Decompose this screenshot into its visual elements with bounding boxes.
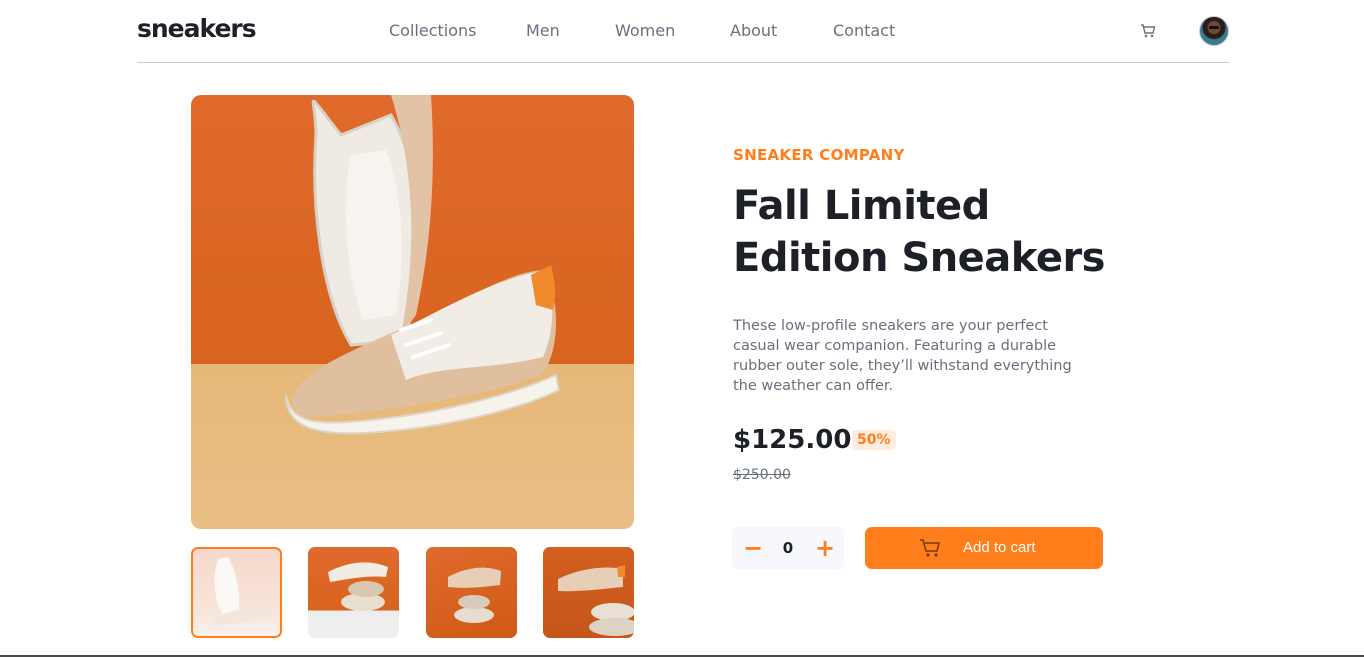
nav-contact[interactable]: Contact	[833, 21, 895, 40]
avatar[interactable]	[1199, 16, 1229, 46]
thumbnail-1[interactable]	[191, 547, 282, 638]
thumbnail-2[interactable]	[308, 547, 399, 638]
quantity-stepper: − 0 +	[732, 527, 844, 569]
thumbnail-sneaker-1	[213, 557, 271, 625]
thumbnail-sneaker-3	[448, 567, 501, 623]
discount-badge: 50%	[852, 430, 896, 450]
thumbnail-4[interactable]	[543, 547, 634, 638]
logo[interactable]: sneakers	[137, 14, 257, 43]
add-to-cart-button[interactable]: Add to cart	[865, 527, 1103, 569]
thumbnail-3[interactable]	[426, 547, 517, 638]
nav-collections[interactable]: Collections	[389, 21, 476, 40]
product-main-image[interactable]	[191, 95, 634, 529]
thumbnail-sneaker-2	[328, 562, 388, 611]
cart-icon[interactable]	[1140, 23, 1156, 39]
current-price: $125.00	[733, 425, 852, 455]
add-to-cart-label: Add to cart	[963, 539, 1036, 556]
nav-about[interactable]: About	[730, 21, 777, 40]
nav-women[interactable]: Women	[615, 21, 675, 40]
increase-quantity-button[interactable]: +	[806, 527, 844, 569]
site-header: sneakers Collections Men Women About Con…	[137, 0, 1229, 63]
nav-men[interactable]: Men	[526, 21, 560, 40]
quantity-value: 0	[782, 539, 794, 557]
thumbnail-sneaker-4	[558, 565, 634, 636]
original-price: $250.00	[733, 467, 791, 483]
decrease-quantity-button[interactable]: −	[734, 527, 772, 569]
product-description: These low-profile sneakers are your perf…	[733, 318, 1072, 394]
product-title-line-1: Fall Limited	[733, 183, 990, 229]
product-title: Fall Limited Edition Sneakers	[733, 180, 1113, 284]
sneaker-illustration	[285, 95, 561, 435]
cart-icon	[920, 539, 941, 557]
product-title-line-2: Edition Sneakers	[733, 235, 1105, 281]
company-name: SNEAKER COMPANY	[733, 146, 905, 164]
